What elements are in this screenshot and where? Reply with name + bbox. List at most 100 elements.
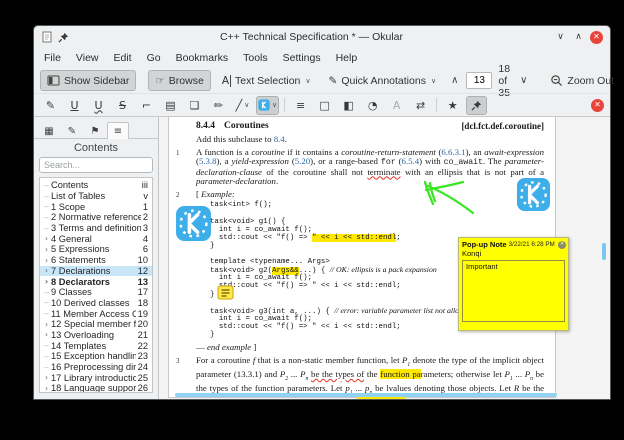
toc-item[interactable]: › 13 Overloading 21 (40, 330, 152, 341)
horizontal-scrollbar[interactable] (175, 393, 557, 397)
window-title: C++ Technical Specification * — Okular (219, 31, 404, 43)
toc-item[interactable]: – Contents iii (40, 180, 152, 191)
inline-note-tool[interactable]: ▤ (160, 96, 181, 115)
page-number-input[interactable] (466, 72, 493, 89)
straight-line-tool[interactable]: ╱ ∨ (232, 96, 253, 115)
tree-line: – (44, 287, 49, 297)
highlighter-tool[interactable]: ✎ (40, 96, 61, 115)
toc-item-page: 19 (137, 308, 148, 319)
toc-item[interactable]: –11 Member Access Con...19 (40, 308, 152, 319)
menu-item-go[interactable]: Go (147, 52, 161, 64)
shape-tool[interactable]: □ (314, 96, 335, 115)
expand-caret-icon[interactable]: › (42, 384, 51, 392)
toc-item[interactable]: –16 Preprocessing direct...24 (40, 362, 152, 373)
favourite-tool[interactable]: ★ (442, 96, 463, 115)
chevron-down-icon[interactable]: ∨ (431, 77, 436, 85)
toc-item[interactable]: – List of Tables v (40, 191, 152, 202)
green-ink-arrow-annotation[interactable] (408, 168, 498, 233)
thumbnails-tab[interactable]: ▦ (38, 122, 60, 139)
minimize-button[interactable]: ∨ (554, 31, 567, 44)
toc-item[interactable]: –3 Terms and definitions 3 (40, 223, 152, 234)
toc-item-page: 13 (137, 276, 148, 287)
search-input[interactable]: Search... (39, 157, 153, 173)
contents-tab[interactable]: ≡ (107, 122, 129, 139)
toc-item[interactable]: –14 Templates 22 (40, 340, 152, 351)
toc-item[interactable]: › 8 Declarators 13 (40, 276, 152, 287)
maximize-button[interactable]: ∧ (572, 31, 585, 44)
straight-line-icon: ╱ (235, 98, 243, 112)
typewriter-tool[interactable]: ⌐ (136, 96, 157, 115)
squiggle-underline-tool[interactable]: U (88, 96, 109, 115)
paragraph-number: 1 (176, 149, 180, 157)
paragraph-number: 2 (176, 191, 180, 200)
strikeout-tool[interactable]: S (112, 96, 133, 115)
underline-tool[interactable]: U (64, 96, 85, 115)
expand-caret-icon[interactable]: › (42, 330, 51, 339)
popup-note-text[interactable]: Important (462, 260, 565, 322)
chevron-down-icon[interactable]: ∨ (272, 101, 277, 109)
bookmarks-tab[interactable]: ⚑ (84, 122, 106, 139)
strikeout-icon: S (119, 98, 126, 112)
expand-caret-icon[interactable]: › (42, 245, 51, 254)
popup-note-window[interactable]: Pop-up Note 3/22/21 6:28 PM ✕ Konqi Impo… (458, 237, 569, 331)
quick-annotations-button[interactable]: ✎ Quick Annotations ∨ (322, 70, 444, 91)
line-width-tool[interactable]: ≡ (290, 96, 311, 115)
pin-toolbar-tool[interactable] (466, 95, 488, 115)
expand-caret-icon[interactable]: › (42, 373, 51, 382)
toc-item-page: iii (141, 180, 148, 191)
opacity-tool[interactable]: ◔ (362, 96, 383, 115)
menu-item-tools[interactable]: Tools (243, 52, 268, 64)
toc-item[interactable]: –10 Derived classes 18 (40, 298, 152, 309)
close-button[interactable]: ✕ (590, 30, 603, 44)
menu-item-settings[interactable]: Settings (283, 52, 321, 64)
toc-item[interactable]: ›12 Special member fun...20 (40, 319, 152, 330)
toc-item[interactable]: › 6 Statements 10 (40, 255, 152, 266)
advanced-settings-tool[interactable]: ⇄ (410, 96, 431, 115)
popup-note-close-button[interactable]: ✕ (558, 240, 566, 249)
kde-stamp-annotation[interactable] (516, 177, 551, 212)
annotation-toolbar-close-button[interactable]: ✕ (591, 98, 604, 112)
expand-caret-icon[interactable]: › (42, 234, 51, 243)
menu-item-view[interactable]: View (76, 52, 99, 64)
show-sidebar-button[interactable]: Show Sidebar (40, 70, 137, 91)
menu-item-file[interactable]: File (44, 52, 61, 64)
popup-note-tool[interactable]: ❏ (184, 96, 205, 115)
toc-item-label: 4 General (51, 233, 92, 244)
toc-item[interactable]: ›18 Language support li...26 (40, 383, 152, 392)
menu-item-bookmarks[interactable]: Bookmarks (176, 52, 229, 64)
menu-item-help[interactable]: Help (336, 52, 358, 64)
kde-stamp-annotation[interactable] (175, 205, 212, 242)
toc-item[interactable]: › 4 General 4 (40, 233, 152, 244)
expand-caret-icon[interactable]: › (42, 266, 51, 275)
toc-item[interactable]: –9 Classes 17 (40, 287, 152, 298)
expand-caret-icon[interactable]: › (42, 320, 51, 329)
tree-line: – (44, 362, 49, 372)
toc-item[interactable]: › 17 Library introduction 25 (40, 372, 152, 383)
stamp-tool[interactable]: ∨ (256, 95, 280, 115)
text-selection-button[interactable]: A Text Selection ∨ (215, 70, 318, 91)
toc-item[interactable]: › 5 Expressions 6 (40, 244, 152, 255)
chevron-down-icon[interactable]: ∨ (305, 77, 310, 85)
expand-caret-icon[interactable]: › (42, 256, 51, 265)
toc-item[interactable]: –15 Exception handling 23 (40, 351, 152, 362)
chevron-down-icon[interactable]: ∨ (244, 101, 249, 109)
contents-tab-icon: ≡ (113, 125, 123, 137)
inline-note-annotation-icon[interactable] (217, 284, 234, 301)
vertical-scrollbar[interactable] (602, 243, 606, 260)
toc-item[interactable]: –1 Scope 1 (40, 201, 152, 212)
menu-item-edit[interactable]: Edit (114, 52, 132, 64)
annotations-tab[interactable]: ✎ (61, 122, 83, 139)
freehand-line-tool[interactable]: ✏ (208, 96, 229, 115)
toc-item[interactable]: –2 Normative references 2 (40, 212, 152, 223)
zoom-out-button[interactable]: Zoom Out (543, 70, 621, 91)
fill-color-tool[interactable]: ◧ (338, 96, 359, 115)
expand-caret-icon[interactable]: › (42, 277, 51, 286)
font-tool[interactable]: A (386, 96, 407, 115)
toc-item[interactable]: › 7 Declarations 12 (40, 265, 152, 277)
browse-button[interactable]: ☞ Browse (148, 70, 211, 91)
toc-item-label: 10 Derived classes (51, 297, 130, 308)
tree-line: – (44, 223, 49, 233)
previous-page-button[interactable]: ∧ (447, 75, 462, 86)
next-page-button[interactable]: ∨ (516, 75, 531, 86)
pin-icon (471, 100, 482, 111)
